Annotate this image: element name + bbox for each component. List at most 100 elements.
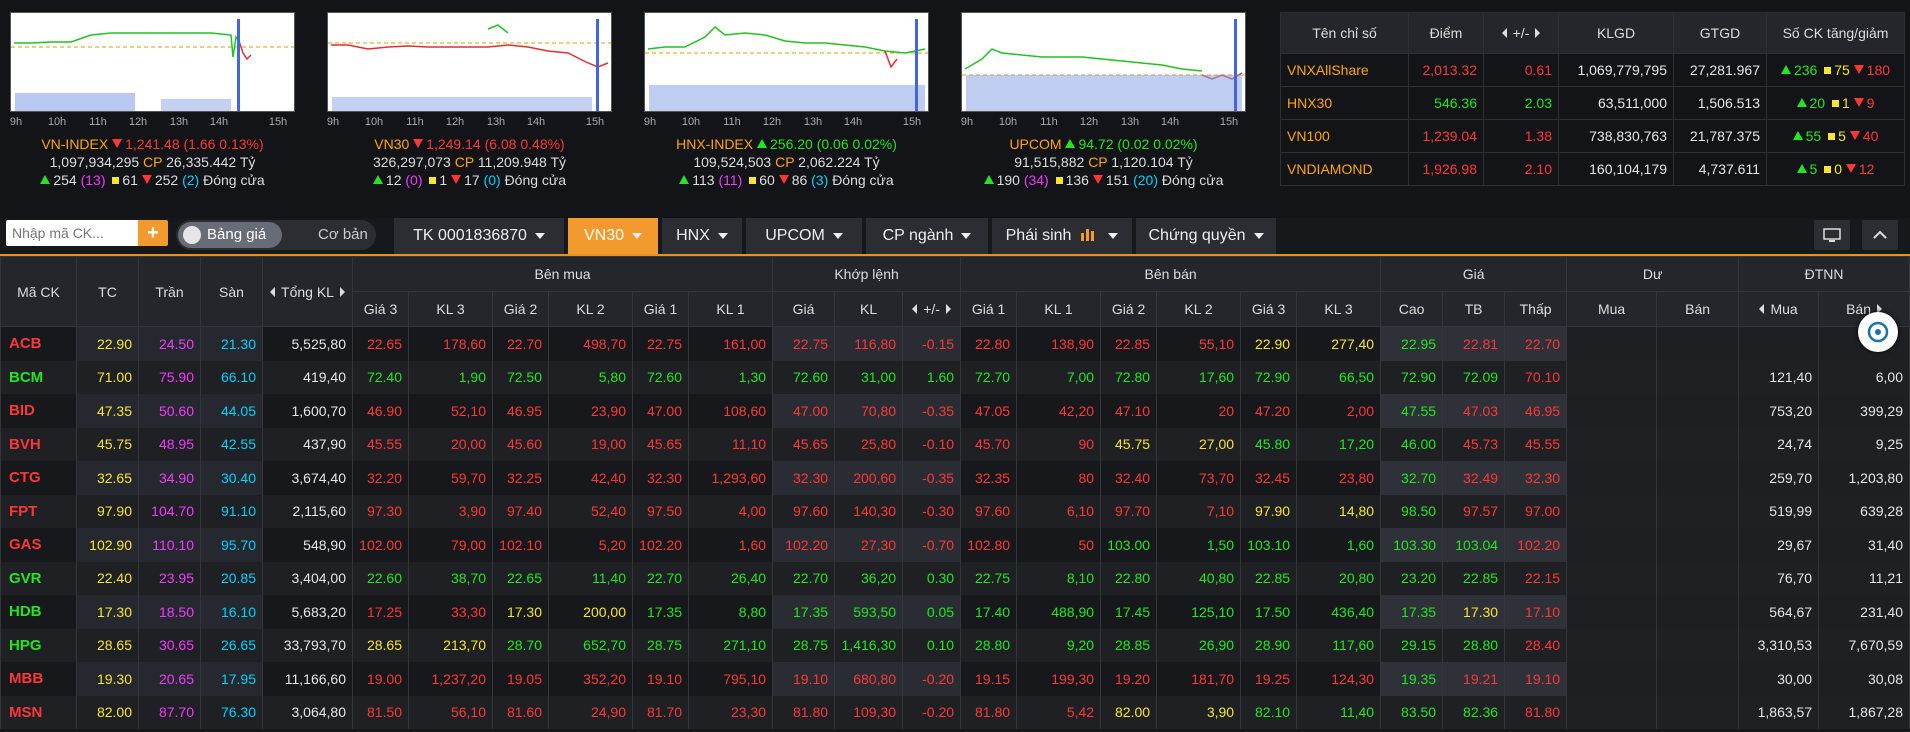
ref-count: 1 <box>439 172 448 188</box>
tab-upcom[interactable]: UPCOM <box>746 218 862 254</box>
high-price-cell: 46.00 <box>1380 427 1444 461</box>
index-summary: UPCOM 94.72 (0.02 0.02%) <box>961 136 1246 152</box>
tab-account[interactable]: TK 0001836870 <box>394 218 564 254</box>
vnindex-panel[interactable]: 9h 10h 11h 12h 13h 14h 15h VN-INDEX 1,24… <box>10 12 295 212</box>
symbol-cell[interactable]: MSN <box>0 695 77 729</box>
match-change-cell: -0.35 <box>902 461 962 495</box>
du-sell-cell <box>1656 360 1740 394</box>
col-change[interactable]: +/- <box>1483 12 1559 54</box>
tab-hnx[interactable]: HNX <box>662 218 742 254</box>
buy-price-1-cell: 97.50 <box>632 494 689 528</box>
arrow-right-icon <box>339 286 345 297</box>
buy-vol-2-cell: 19,00 <box>548 427 633 461</box>
upcom-panel[interactable]: 9h 10h 11h 12h 13h 14h 15h UPCOM 94.72 (… <box>961 12 1246 212</box>
hnxindex-panel[interactable]: 9h 10h 11h 12h 13h 14h 15h HNX-INDEX 256… <box>644 12 929 212</box>
collapse-button[interactable] <box>1862 220 1898 250</box>
low-price-cell: 28.40 <box>1504 628 1568 662</box>
index-name: VN-INDEX <box>41 136 109 152</box>
index-value: 1,249.14 <box>426 136 481 152</box>
symbol-cell[interactable]: HDB <box>0 595 77 629</box>
avg-price-cell: 22.81 <box>1442 326 1506 361</box>
toolbar: + Bảng giá Cơ bản TK 0001836870 VN30 HNX… <box>0 218 1910 256</box>
match-change-cell: -0.20 <box>902 662 962 696</box>
col-du-buy: Mua <box>1566 291 1658 327</box>
foreign-sell-cell: 11,21 <box>1818 561 1910 595</box>
col-low: Thấp <box>1504 291 1568 327</box>
chevron-down-icon <box>1108 232 1119 239</box>
buy-vol-2-cell: 23,90 <box>548 394 633 428</box>
arrow-up-icon <box>1065 139 1076 148</box>
table-row[interactable]: GVR 22.40 23.95 20.85 3,404,00 22.60 38,70 22.6… <box>0 561 1910 595</box>
sell-vol-1-cell: 488,90 <box>1016 595 1102 629</box>
table-row[interactable]: CTG 32.65 34.90 30.40 3,674,40 32.20 59,70 32.2… <box>0 461 1910 495</box>
col-total[interactable]: Tổng KL <box>262 256 353 327</box>
sell-vol-3-cell: 117,60 <box>1296 628 1382 662</box>
table-row[interactable]: ACB 22.90 24.50 21.30 5,525,80 22.65 178,60 22.… <box>0 326 1910 361</box>
du-sell-cell <box>1656 528 1740 562</box>
symbol-cell[interactable]: BID <box>0 394 77 428</box>
sell-vol-3-cell: 1,60 <box>1296 528 1382 562</box>
avg-price-cell: 22.85 <box>1442 561 1506 595</box>
market-status: Đóng cửa <box>1161 172 1224 188</box>
tab-label: UPCOM <box>765 227 825 244</box>
hour-tick: 14h <box>1160 116 1180 128</box>
buy-vol-2-cell: 652,70 <box>548 628 633 662</box>
tab-vn30[interactable]: VN30 <box>568 218 658 254</box>
symbol-cell[interactable]: BCM <box>0 360 77 394</box>
view-toggle[interactable]: Bảng giá Cơ bản <box>176 220 376 250</box>
floor-price-cell: 26.65 <box>200 628 263 662</box>
group-du: Dư <box>1566 256 1740 292</box>
table-row[interactable]: BCM 71.00 75.90 66.10 419,40 72.40 1,90 72.50 5,… <box>0 360 1910 394</box>
high-price-cell: 19.35 <box>1380 662 1444 696</box>
buy-vol-3-cell: 56,10 <box>408 695 493 729</box>
index-row[interactable]: VNXAllShare 2,013.32 0.61 1,069,779,795 27,2… <box>1280 53 1905 87</box>
table-row[interactable]: MSN 82.00 87.70 76.30 3,064,80 81.50 56,10 81.6… <box>0 695 1910 729</box>
index-row[interactable]: HNX30 546.36 2.03 63,511,000 1,506.513 20 1 9 <box>1280 86 1905 120</box>
col-foreign-buy[interactable]: Mua <box>1738 291 1820 327</box>
symbol-cell[interactable]: CTG <box>0 461 77 495</box>
symbol-cell[interactable]: MBB <box>0 662 77 696</box>
tab-chung-quyen[interactable]: Chứng quyền <box>1136 218 1276 254</box>
vn30-panel[interactable]: 9h 10h 11h 12h 13h 14h 15h VN30 1,249.14… <box>327 12 612 212</box>
index-row[interactable]: VN100 1,239.04 1.38 738,830,763 21,787.375 55… <box>1280 119 1905 153</box>
tab-label: Phái sinh <box>1005 227 1072 244</box>
table-row[interactable]: MBB 19.30 20.65 17.95 11,166,60 19.00 1,237,20… <box>0 662 1910 696</box>
toggle-price-board[interactable]: Bảng giá <box>178 222 282 248</box>
du-buy-cell <box>1566 561 1658 595</box>
index-gtgd: 1,506.513 <box>1673 86 1767 120</box>
symbol-cell[interactable]: FPT <box>0 494 77 528</box>
symbol-cell[interactable]: ACB <box>0 326 77 361</box>
col-match-change[interactable]: +/- <box>902 291 962 327</box>
table-row[interactable]: HPG 28.65 30.65 26.65 33,793,70 28.65 213,70 28… <box>0 628 1910 662</box>
sell-vol-1-cell: 50 <box>1016 528 1102 562</box>
chat-assistant-button[interactable] <box>1858 312 1898 352</box>
index-row[interactable]: VNDIAMOND 1,926.98 2.10 160,104,179 4,737.61… <box>1280 152 1905 186</box>
tab-phai-sinh[interactable]: Phái sinh <box>992 218 1132 254</box>
foreign-sell-cell: 30,08 <box>1818 662 1910 696</box>
ref-price-cell: 22.90 <box>76 326 139 361</box>
buy-vol-1-cell: 271,10 <box>687 628 774 662</box>
table-row[interactable]: HDB 17.30 18.50 16.10 5,683,20 17.25 33,30 17.3… <box>0 595 1910 629</box>
table-row[interactable]: BVH 45.75 48.95 42.55 437,90 45.55 20,00 45.60 1… <box>0 427 1910 461</box>
avg-price-cell: 28.80 <box>1442 628 1506 662</box>
ceiling-price-cell: 50.60 <box>138 394 201 428</box>
add-button[interactable]: + <box>138 220 168 246</box>
monitor-button[interactable] <box>1814 220 1850 250</box>
du-sell-cell <box>1656 595 1740 629</box>
hour-tick: 13h <box>169 116 189 128</box>
index-name: VNXAllShare <box>1280 53 1409 87</box>
symbol-cell[interactable]: GVR <box>0 561 77 595</box>
buy-vol-1-cell: 1,293,60 <box>687 461 774 495</box>
toggle-basic[interactable]: Cơ bản <box>318 222 368 248</box>
tab-cp-nganh[interactable]: CP ngành <box>866 218 988 254</box>
table-row[interactable]: FPT 97.90 104.70 91.10 2,115,60 97.30 3,90 97.4… <box>0 494 1910 528</box>
symbol-cell[interactable]: GAS <box>0 528 77 562</box>
col-symbol: Mã CK <box>0 256 77 327</box>
symbol-cell[interactable]: HPG <box>0 628 77 662</box>
symbol-cell[interactable]: BVH <box>0 427 77 461</box>
floor-price-cell: 44.05 <box>200 394 263 428</box>
ref-price-cell: 102.90 <box>76 528 139 562</box>
table-row[interactable]: GAS 102.90 110.10 95.70 548,90 102.00 79,00 102… <box>0 528 1910 562</box>
table-row[interactable]: BID 47.35 50.60 44.05 1,600,70 46.90 52,10 46.9… <box>0 394 1910 428</box>
search-input[interactable] <box>6 220 138 246</box>
